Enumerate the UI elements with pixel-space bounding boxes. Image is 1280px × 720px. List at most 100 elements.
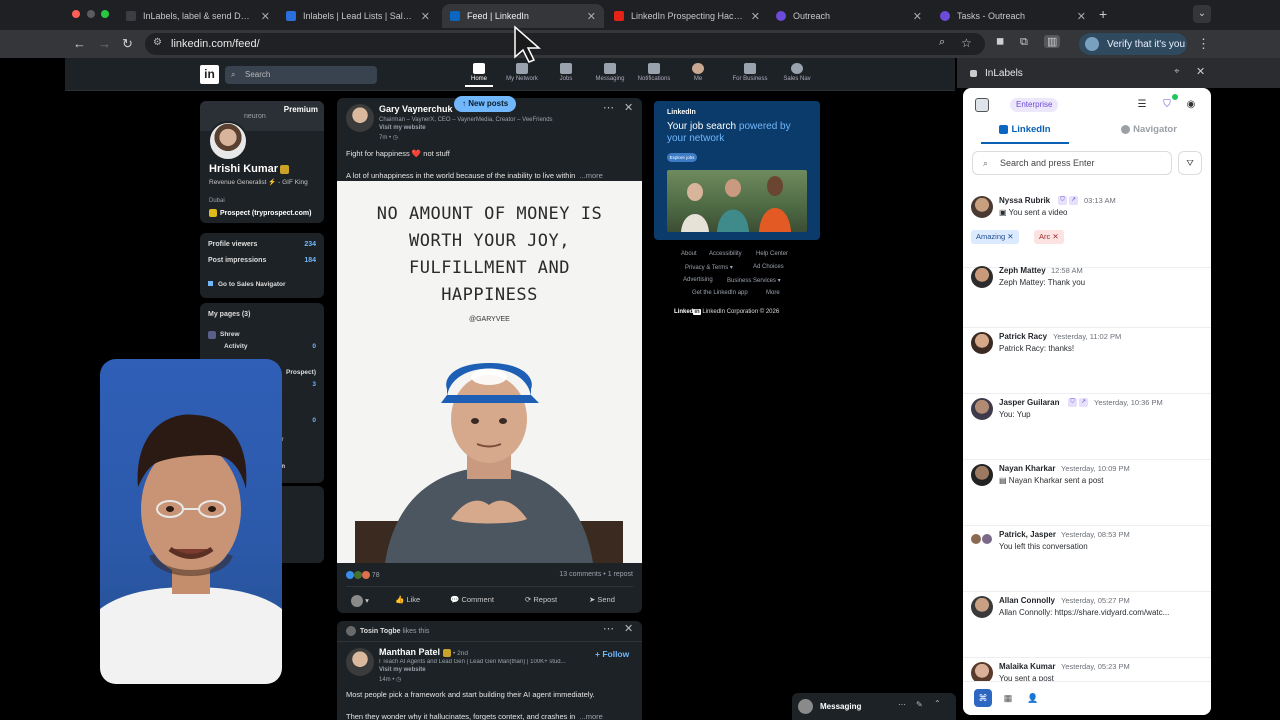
visit-website-link[interactable]: Visit my website: [379, 667, 426, 673]
address-bar[interactable]: ⚙ linkedin.com/feed/: [145, 33, 985, 55]
linkedin-logo-icon[interactable]: in: [200, 65, 219, 84]
side-panel-icon[interactable]: ▥: [1044, 35, 1061, 48]
add-user-icon[interactable]: 👤: [1024, 689, 1042, 707]
comment-button[interactable]: 💬 Comment: [450, 595, 494, 604]
unpin-icon[interactable]: ⌖: [1174, 66, 1180, 77]
footer-link[interactable]: Ad Choices: [753, 264, 784, 270]
browser-tab-prospecting-hack[interactable]: LinkedIn Prospecting Hack to ✕: [606, 4, 768, 28]
footer-link[interactable]: Help Center: [756, 251, 788, 257]
tab-search-chevron-icon[interactable]: ⌄: [1193, 5, 1211, 23]
see-more-link[interactable]: ...more: [579, 712, 602, 720]
footer-link[interactable]: Advertising: [683, 277, 713, 283]
post-author-name[interactable]: Gary Vaynerchuk: [379, 104, 453, 114]
page-item-shrew[interactable]: Shrew: [208, 331, 316, 339]
explore-jobs-button[interactable]: Explore jobs: [667, 153, 697, 162]
profile-company[interactable]: Prospect (tryprospect.com): [209, 209, 311, 217]
label-tag-arc[interactable]: Arc ✕: [1034, 230, 1064, 244]
conversation-item[interactable]: Patrick, Jasper Yesterday, 08:53 PM You …: [963, 526, 1211, 592]
reaction-avatar-switch[interactable]: ▾: [351, 595, 369, 607]
puzzle-extensions-icon[interactable]: ⧉: [1020, 36, 1028, 49]
compose-icon[interactable]: ✎: [916, 700, 923, 709]
messaging-dock[interactable]: Messaging ⋯ ✎ ⌃: [792, 693, 956, 720]
bookmark-star-icon[interactable]: ☆: [961, 36, 972, 50]
minimize-window-button[interactable]: [87, 10, 95, 18]
extension-icon[interactable]: ◼: [996, 36, 1004, 47]
browser-tab-outreach[interactable]: Outreach ✕: [768, 4, 930, 28]
footer-link[interactable]: Get the LinkedIn app: [692, 290, 748, 296]
see-more-link[interactable]: ...more: [579, 171, 602, 180]
forward-arrow-icon[interactable]: →: [98, 36, 111, 51]
close-tab-icon[interactable]: ✕: [421, 10, 430, 23]
close-panel-icon[interactable]: ✕: [1196, 65, 1205, 78]
send-button[interactable]: ➤ Send: [589, 595, 615, 604]
conversation-item[interactable]: Nayan Kharkar Yesterday, 10:09 PM ▤ Naya…: [963, 460, 1211, 526]
close-tab-icon[interactable]: ✕: [751, 10, 760, 23]
browser-menu-icon[interactable]: ⋮: [1197, 36, 1210, 52]
conversation-item[interactable]: Allan Connolly Yesterday, 05:27 PM Allan…: [963, 592, 1211, 658]
chevron-up-icon[interactable]: ⌃: [934, 699, 941, 708]
checklist-icon[interactable]: ☰: [1134, 97, 1150, 113]
profile-card[interactable]: neuron Premium Hrishi Kumar Revenue Gene…: [200, 101, 324, 223]
filter-button[interactable]: ⛛: [1178, 151, 1202, 175]
close-tab-icon[interactable]: ✕: [1077, 10, 1086, 23]
browser-tab-tasks-outreach[interactable]: Tasks - Outreach ✕: [932, 4, 1094, 28]
nav-my-network[interactable]: My Network: [498, 63, 546, 82]
profile-verify-button[interactable]: Verify that it's you: [1079, 33, 1187, 55]
nav-messaging[interactable]: Messaging: [586, 63, 634, 82]
back-arrow-icon[interactable]: ←: [73, 36, 86, 51]
comments-count[interactable]: 13 comments • 1 repost: [559, 571, 633, 578]
conversation-item[interactable]: Patrick Racy Yesterday, 11:02 PM Patrick…: [963, 328, 1211, 394]
external-link-icon[interactable]: ↗: [1069, 196, 1078, 205]
new-posts-button[interactable]: ↑ New posts: [454, 96, 517, 112]
layout-toggle-icon[interactable]: [975, 98, 989, 112]
more-options-icon[interactable]: ⋯: [898, 700, 906, 709]
label-tag-amazing[interactable]: Amazing ✕: [971, 230, 1019, 244]
browser-tab-inlabels[interactable]: InLabels, label & send DMs w ✕: [118, 4, 278, 28]
more-options-icon[interactable]: ⋯: [603, 101, 614, 114]
nav-sales-nav[interactable]: Sales Nav: [773, 63, 821, 82]
job-search-ad[interactable]: LinkedIn Your job search powered by your…: [654, 101, 820, 240]
footer-link[interactable]: More: [766, 290, 780, 296]
linkedin-search-input[interactable]: ⌕ Search: [225, 66, 377, 84]
visit-website-link[interactable]: Visit my website: [379, 125, 426, 131]
close-tab-icon[interactable]: ✕: [913, 10, 922, 23]
dismiss-post-icon[interactable]: ✕: [624, 101, 633, 114]
inbox-icon[interactable]: ⌘: [974, 689, 992, 707]
like-button[interactable]: 👍 Like: [395, 595, 420, 604]
author-avatar[interactable]: [346, 104, 374, 132]
reactions-summary[interactable]: 78: [346, 571, 380, 579]
footer-link[interactable]: Accessibility: [709, 251, 742, 257]
profile-name[interactable]: Hrishi Kumar: [209, 163, 290, 175]
author-avatar[interactable]: [346, 648, 374, 676]
close-tab-icon[interactable]: ✕: [261, 10, 270, 23]
nav-jobs[interactable]: Jobs: [542, 63, 590, 82]
conversation-search-input[interactable]: ⌕ Search and press Enter: [972, 151, 1172, 175]
tab-linkedin[interactable]: LinkedIn: [963, 124, 1087, 144]
new-tab-button[interactable]: +: [1099, 6, 1107, 22]
post-image[interactable]: NO AMOUNT OF MONEY IS WORTH YOUR JOY, FU…: [337, 181, 642, 563]
footer-link[interactable]: Privacy & Terms ▾: [685, 264, 733, 271]
footer-link[interactable]: Business Services ▾: [727, 277, 781, 284]
more-options-icon[interactable]: ⋯: [603, 622, 614, 635]
footer-link[interactable]: About: [681, 251, 697, 257]
account-icon[interactable]: ◉: [1183, 97, 1199, 113]
maximize-window-button[interactable]: [101, 10, 109, 18]
calendar-icon[interactable]: ▦: [999, 689, 1017, 707]
post-author-name[interactable]: Manthan Patel • 2nd: [379, 647, 468, 657]
nav-me[interactable]: Me: [674, 63, 722, 82]
site-info-icon[interactable]: ⚙: [153, 37, 162, 48]
conversation-item[interactable]: Zeph Mattey 12:58 AM Zeph Mattey: Thank …: [963, 262, 1211, 328]
nav-home[interactable]: Home: [455, 63, 503, 87]
external-link-icon[interactable]: ↗: [1079, 398, 1088, 407]
profile-viewers-row[interactable]: Profile viewers 234: [208, 241, 316, 248]
close-tab-icon[interactable]: ✕: [587, 10, 596, 23]
profile-avatar[interactable]: [208, 121, 248, 161]
repost-button[interactable]: ⟳ Repost: [525, 595, 557, 604]
close-window-button[interactable]: [72, 10, 80, 18]
tab-navigator[interactable]: Navigator: [1087, 124, 1211, 135]
browser-tab-lead-lists[interactable]: Inlabels | Lead Lists | Sales N ✕: [278, 4, 438, 28]
post-impressions-row[interactable]: Post impressions 184: [208, 257, 316, 264]
nav-for-business[interactable]: For Business: [726, 63, 774, 82]
reload-icon[interactable]: ↻: [122, 36, 133, 52]
page-activity-row[interactable]: Activity 0: [208, 343, 316, 350]
